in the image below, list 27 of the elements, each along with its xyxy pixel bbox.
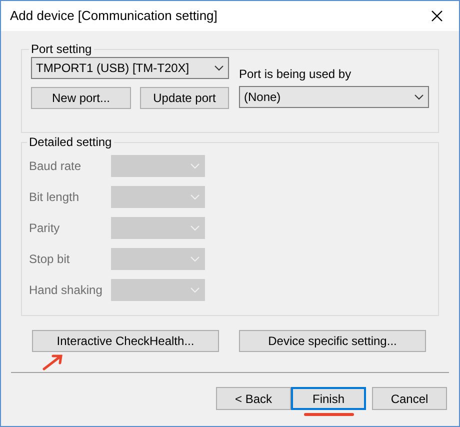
chevron-icon [190, 225, 200, 231]
dialog-button[interactable]: Cancel [372, 387, 447, 410]
chevron-icon [214, 65, 224, 71]
action-button[interactable]: Device specific setting... [239, 330, 426, 352]
field-label: Bit length [29, 189, 80, 206]
field-label: Stop bit [29, 251, 71, 268]
group-title: Port setting [29, 42, 94, 57]
field-label: Port is being used by [239, 67, 352, 82]
dialog-button[interactable]: Finish [291, 387, 366, 410]
group-title: Detailed setting [27, 135, 114, 150]
chevron-icon [414, 94, 424, 100]
chevron-icon [190, 287, 200, 293]
annotation-underline [304, 413, 354, 416]
field-label: Baud rate [29, 158, 82, 175]
chevron-icon [190, 256, 200, 262]
dialog-button[interactable]: < Back [216, 387, 291, 410]
close-icon [431, 10, 443, 22]
port-button[interactable]: Update port [140, 87, 229, 109]
chevron-icon [190, 163, 200, 169]
port-button[interactable]: New port... [31, 87, 131, 109]
port-user-dropdown[interactable]: (None) [239, 86, 429, 108]
field-label: Parity [29, 220, 61, 237]
action-button[interactable]: Interactive CheckHealth... [32, 330, 219, 352]
chevron-icon [190, 194, 200, 200]
port-dropdown[interactable]: TMPORT1 (USB) [TM-T20X] [31, 57, 229, 79]
field-label: Hand shaking [29, 282, 104, 299]
window-title: Add device [Communication setting] [10, 7, 218, 26]
